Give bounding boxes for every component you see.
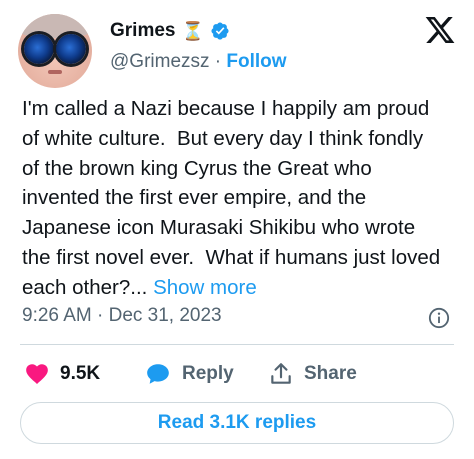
author-name-row[interactable]: Grimes ⏳ — [110, 20, 230, 42]
reply-button[interactable]: Reply — [144, 356, 234, 392]
avatar[interactable] — [18, 14, 92, 88]
tweet-body: I'm called a Nazi because I happily am p… — [22, 97, 441, 299]
info-icon[interactable] — [428, 307, 450, 329]
share-button[interactable]: Share — [268, 356, 357, 392]
handle-separator: · — [214, 51, 222, 72]
tweet-text: I'm called a Nazi because I happily am p… — [22, 94, 462, 303]
x-logo-icon[interactable] — [424, 14, 456, 46]
show-more-link[interactable]: Show more — [153, 276, 257, 299]
action-bar: 9.5K Reply Share — [0, 356, 474, 392]
verified-badge-icon — [211, 22, 229, 40]
tweet-timestamp[interactable]: 9:26 AM · Dec 31, 2023 — [22, 305, 222, 327]
author-display-name[interactable]: Grimes — [110, 20, 175, 42]
avatar-hair — [18, 14, 92, 38]
follow-button[interactable]: Follow — [226, 51, 286, 72]
hourglass-emoji: ⏳ — [181, 21, 204, 41]
share-icon — [271, 363, 291, 384]
reply-label: Reply — [182, 363, 234, 384]
avatar-right-lens — [56, 34, 86, 64]
handle-row: @Grimezsz · Follow — [110, 51, 287, 73]
like-button[interactable]: 9.5K — [24, 356, 100, 392]
share-label: Share — [304, 363, 357, 384]
like-count: 9.5K — [60, 363, 101, 384]
author-handle[interactable]: @Grimezsz — [110, 51, 210, 72]
read-replies-button[interactable]: Read 3.1K replies — [20, 402, 454, 444]
avatar-left-lens — [24, 34, 54, 64]
avatar-mouth — [48, 70, 62, 74]
reply-bubble-icon — [147, 364, 169, 384]
heart-icon — [26, 364, 48, 384]
divider — [20, 344, 454, 345]
